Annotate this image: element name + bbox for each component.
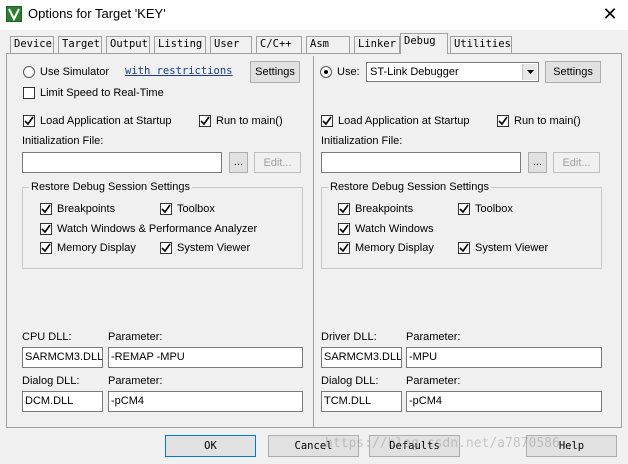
left-breakpoints-label: Breakpoints <box>57 203 116 215</box>
checkmark-icon <box>41 204 51 214</box>
right-init-file-label: Initialization File: <box>321 135 403 147</box>
checkmark-icon <box>339 224 349 234</box>
checkmark-icon <box>498 116 508 126</box>
tab-utilities[interactable]: Utilities <box>450 36 512 53</box>
right-watch-label: Watch Windows <box>355 223 434 235</box>
right-dialog-param-input[interactable]: -pCM4 <box>406 391 602 412</box>
left-load-app-label: Load Application at Startup <box>40 115 172 127</box>
watermark: https://blog.csdn.net/a7870586 <box>325 436 560 451</box>
tab-linker[interactable]: Linker <box>354 36 400 53</box>
right-run-to-main-label: Run to main() <box>514 115 581 127</box>
limit-speed-checkbox[interactable] <box>23 87 35 99</box>
left-dialog-dll-label: Dialog DLL: <box>22 375 80 387</box>
right-system-viewer-label: System Viewer <box>475 242 549 254</box>
driver-param-input[interactable]: -MPU <box>406 347 602 368</box>
driver-dll-label: Driver DLL: <box>321 331 377 343</box>
left-load-app-checkbox[interactable] <box>23 115 35 127</box>
left-memory-label: Memory Display <box>57 242 136 254</box>
right-toolbox-label: Toolbox <box>475 203 513 215</box>
left-restore-title: Restore Debug Session Settings <box>29 181 192 194</box>
left-run-to-main-checkbox[interactable] <box>199 115 211 127</box>
right-toolbox-checkbox[interactable] <box>458 203 470 215</box>
ok-button[interactable]: OK <box>165 435 256 457</box>
right-breakpoints-checkbox[interactable] <box>338 203 350 215</box>
checkmark-icon <box>24 116 34 126</box>
left-dialog-dll-input[interactable]: DCM.DLL <box>22 391 103 412</box>
tab-output[interactable]: Output <box>106 36 150 53</box>
left-dialog-param-label: Parameter: <box>108 375 163 387</box>
debugger-select[interactable]: ST-Link Debugger <box>366 62 539 82</box>
tab-asm[interactable]: Asm <box>306 36 350 53</box>
driver-param-label: Parameter: <box>406 331 461 343</box>
right-browse-button[interactable]: ... <box>528 152 547 173</box>
use-simulator-label: Use Simulator <box>40 66 110 78</box>
right-system-viewer-checkbox[interactable] <box>458 242 470 254</box>
right-dialog-param-label: Parameter: <box>406 375 461 387</box>
tab-listing[interactable]: Listing <box>154 36 206 53</box>
left-run-to-main-label: Run to main() <box>216 115 283 127</box>
left-init-file-label: Initialization File: <box>22 135 104 147</box>
checkmark-icon <box>161 243 171 253</box>
window-title: Options for Target 'KEY' <box>28 6 166 21</box>
cpu-param-input[interactable]: -REMAP -MPU <box>108 347 303 368</box>
panel-divider <box>313 56 314 428</box>
right-restore-title: Restore Debug Session Settings <box>328 181 491 194</box>
checkmark-icon <box>459 243 469 253</box>
checkmark-icon <box>161 204 171 214</box>
left-browse-button[interactable]: ... <box>229 152 248 173</box>
title-bar: Options for Target 'KEY' ✕ <box>0 0 628 30</box>
checkmark-icon <box>41 243 51 253</box>
cpu-param-label: Parameter: <box>108 331 163 343</box>
left-memory-checkbox[interactable] <box>40 242 52 254</box>
right-breakpoints-label: Breakpoints <box>355 203 414 215</box>
right-run-to-main-checkbox[interactable] <box>497 115 509 127</box>
checkmark-icon <box>200 116 210 126</box>
cpu-dll-label: CPU DLL: <box>22 331 72 343</box>
close-icon[interactable]: ✕ <box>596 2 624 26</box>
debugger-settings-button[interactable]: Settings <box>545 61 601 83</box>
left-system-viewer-checkbox[interactable] <box>160 242 172 254</box>
right-edit-button[interactable]: Edit... <box>553 152 600 173</box>
simulator-settings-button[interactable]: Settings <box>250 61 300 83</box>
right-load-app-label: Load Application at Startup <box>338 115 470 127</box>
left-init-file-input[interactable] <box>22 152 222 173</box>
tab-cpp[interactable]: C/C++ <box>256 36 302 53</box>
right-init-file-input[interactable] <box>321 152 521 173</box>
with-restrictions-link[interactable]: with restrictions <box>125 65 232 77</box>
use-debugger-radio[interactable] <box>320 66 332 78</box>
cpu-dll-input[interactable]: SARMCM3.DLL <box>22 347 103 368</box>
left-breakpoints-checkbox[interactable] <box>40 203 52 215</box>
left-edit-button[interactable]: Edit... <box>254 152 301 173</box>
left-watch-checkbox[interactable] <box>40 223 52 235</box>
right-dialog-dll-input[interactable]: TCM.DLL <box>321 391 402 412</box>
tab-target[interactable]: Target <box>58 36 102 53</box>
driver-dll-input[interactable]: SARMCM3.DLL <box>321 347 402 368</box>
tab-user[interactable]: User <box>210 36 252 53</box>
radio-dot-icon <box>324 70 328 74</box>
right-dialog-dll-label: Dialog DLL: <box>321 375 379 387</box>
left-toolbox-checkbox[interactable] <box>160 203 172 215</box>
tab-debug[interactable]: Debug <box>400 33 448 54</box>
checkmark-icon <box>322 116 332 126</box>
app-icon <box>6 6 22 22</box>
right-load-app-checkbox[interactable] <box>321 115 333 127</box>
tab-device[interactable]: Device <box>10 36 54 53</box>
left-dialog-param-input[interactable]: -pCM4 <box>108 391 303 412</box>
use-simulator-radio[interactable] <box>23 66 35 78</box>
debugger-select-value: ST-Link Debugger <box>370 66 459 78</box>
limit-speed-label: Limit Speed to Real-Time <box>40 87 164 99</box>
left-watch-label: Watch Windows & Performance Analyzer <box>57 223 258 235</box>
left-system-viewer-label: System Viewer <box>177 242 251 254</box>
right-watch-checkbox[interactable] <box>338 223 350 235</box>
left-toolbox-label: Toolbox <box>177 203 215 215</box>
right-memory-label: Memory Display <box>355 242 434 254</box>
right-memory-checkbox[interactable] <box>338 242 350 254</box>
checkmark-icon <box>459 204 469 214</box>
checkmark-icon <box>339 204 349 214</box>
checkmark-icon <box>41 224 51 234</box>
chevron-down-icon <box>522 64 537 80</box>
checkmark-icon <box>339 243 349 253</box>
use-label: Use: <box>337 66 360 78</box>
